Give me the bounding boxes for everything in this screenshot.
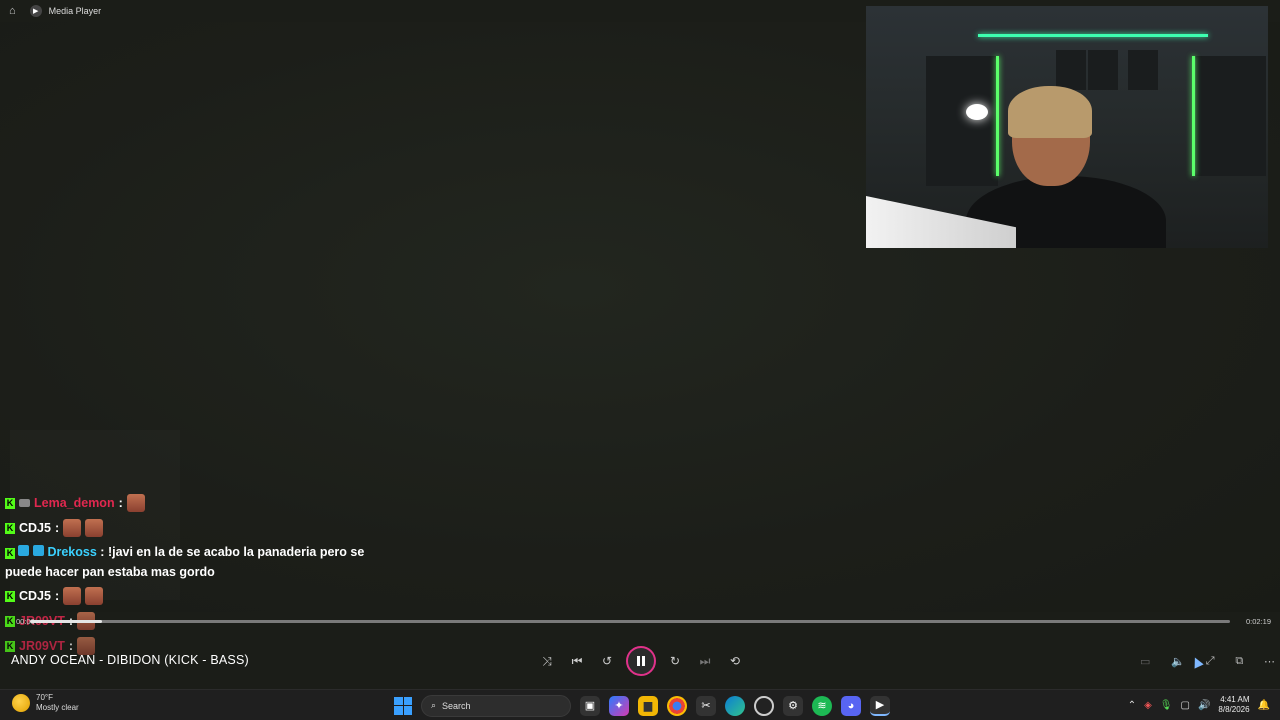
chat-username: Lema_demon — [34, 496, 115, 510]
taskbar-apps: ⌕ Search ▣ ✦ ▆ ✂ ⚙ ≋ ◕ ▶ — [394, 694, 890, 717]
chat-message: K CDJ5 : — [5, 517, 385, 539]
emote-icon — [85, 519, 104, 537]
copilot-icon[interactable]: ✦ — [609, 695, 629, 716]
emote-icon — [63, 519, 82, 537]
home-icon[interactable]: ⌂ — [9, 5, 16, 17]
sub-badge-icon — [19, 499, 30, 507]
weather-temp: 70°F — [36, 693, 53, 702]
chat-username: Drekoss — [47, 545, 97, 559]
webcam-overlay — [866, 6, 1268, 248]
chat-message: K CDJ5 : — [5, 585, 385, 607]
chat-separator: : — [118, 496, 123, 510]
clock[interactable]: 4:41 AM 8/8/2026 — [1218, 695, 1249, 715]
snipping-tool-icon[interactable]: ✂ — [696, 695, 716, 716]
clock-time: 4:41 AM — [1220, 695, 1250, 704]
next-icon[interactable]: ⏭ — [694, 650, 716, 672]
kick-badge-icon: K — [5, 615, 15, 627]
chat-username: CDJ5 — [19, 521, 51, 535]
display-icon[interactable]: ▢ — [1181, 700, 1190, 711]
system-tray: ⌃ ◈ 🎙 ▢ 🔊 4:41 AM 8/8/2026 🔔 — [1128, 695, 1270, 715]
file-explorer-icon[interactable]: ▆ — [638, 695, 658, 716]
kick-badge-icon: K — [5, 497, 15, 509]
taskbar-search[interactable]: ⌕ Search — [421, 694, 571, 717]
task-view-icon[interactable]: ▣ — [580, 695, 600, 716]
chat-message: K Drekoss : !javi en la de se acabo la p… — [5, 542, 385, 582]
obs-icon[interactable] — [754, 695, 774, 716]
microphone-icon[interactable]: 🎙 — [1160, 700, 1173, 711]
transport-controls: ⤨ ⏮ ↺ ↻ ⏭ ⟲ — [536, 646, 746, 676]
tray-app-icon[interactable]: ◈ — [1144, 700, 1152, 711]
seek-bar-fill — [30, 620, 102, 623]
duration-time: 0:02:19 — [1246, 617, 1272, 626]
speaker-icon[interactable]: 🔊 — [1198, 700, 1210, 711]
seek-bar[interactable] — [30, 620, 1230, 623]
chat-separator: : — [54, 589, 60, 603]
search-placeholder: Search — [442, 700, 471, 711]
kick-badge-icon: K — [5, 548, 15, 559]
spotify-icon[interactable]: ≋ — [812, 695, 832, 716]
sub-badge-icon — [32, 545, 44, 556]
search-icon: ⌕ — [431, 700, 437, 710]
song-title: ANDY OCEAN - DIBIDON (KICK - BASS) — [11, 653, 249, 667]
chat-username: CDJ5 — [19, 589, 51, 603]
chat-message: K Lema_demon : — [5, 492, 385, 514]
streamer-cap — [1008, 86, 1092, 138]
kick-badge-icon: K — [5, 590, 15, 602]
weather-widget[interactable]: 70°F Mostly clear — [12, 693, 79, 713]
edge-icon[interactable] — [725, 695, 745, 716]
forward-30-icon[interactable]: ↻ — [664, 650, 686, 672]
more-options-icon[interactable]: ⋯ — [1264, 655, 1275, 668]
media-player-taskbar-icon[interactable]: ▶ — [870, 695, 890, 716]
kick-badge-icon: K — [5, 522, 15, 534]
volume-icon[interactable]: 🔈 — [1171, 655, 1185, 668]
emote-icon — [85, 587, 104, 605]
app-title: Media Player — [48, 6, 102, 16]
discord-icon[interactable]: ◕ — [841, 695, 861, 716]
moon-cloud-icon — [12, 694, 30, 712]
lamp-light — [966, 104, 988, 120]
taskbar: 70°F Mostly clear ⌕ Search ▣ ✦ ▆ ✂ ⚙ ≋ ◕… — [0, 689, 1280, 720]
media-player-icon: ▶ — [29, 5, 42, 17]
expand-icon[interactable]: ⤢ — [1206, 655, 1215, 668]
notification-bell-icon[interactable]: 🔔 — [1258, 700, 1270, 711]
previous-icon[interactable]: ⏮ — [566, 650, 588, 672]
kick-badge-icon: K — [5, 640, 15, 652]
app-title-group: ▶ Media Player — [29, 5, 102, 17]
clock-date: 8/8/2026 — [1218, 705, 1250, 714]
chat-overlay: K Lema_demon : K CDJ5 : K Drekoss : !jav… — [5, 492, 385, 660]
emote-icon — [126, 494, 145, 512]
windows-start-icon[interactable] — [394, 696, 412, 715]
shuffle-icon[interactable]: ⤨ — [536, 650, 558, 672]
miniplayer-icon[interactable]: ⧉ — [1235, 655, 1243, 668]
verified-badge-icon — [18, 545, 30, 556]
pause-button[interactable] — [626, 646, 656, 676]
repeat-off-icon[interactable]: ⟲ — [724, 650, 746, 672]
chat-separator: : — [100, 545, 105, 559]
settings-gear-icon[interactable]: ⚙ — [783, 695, 803, 716]
chevron-up-icon[interactable]: ⌃ — [1128, 700, 1136, 711]
chat-separator: : — [54, 521, 60, 535]
rewind-10-icon[interactable]: ↺ — [596, 650, 618, 672]
captions-icon[interactable]: ▭ — [1140, 655, 1150, 668]
emote-icon — [63, 587, 82, 605]
chrome-icon[interactable] — [667, 695, 687, 716]
pause-icon — [637, 656, 645, 666]
weather-desc: Mostly clear — [36, 703, 79, 712]
player-right-controls: ▭ 🔈 ⤢ ⧉ ⋯ — [1140, 651, 1275, 671]
